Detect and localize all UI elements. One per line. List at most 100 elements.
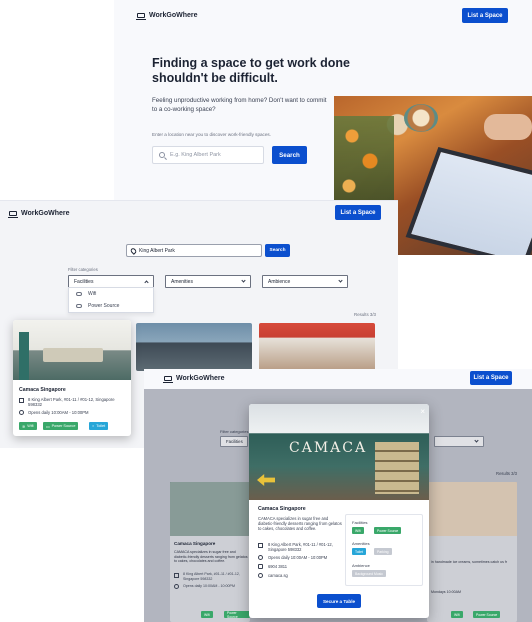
amenities-dropdown[interactable]: Amenities — [165, 275, 251, 288]
card-hours: Mondays 10:00AM — [431, 590, 461, 594]
close-icon[interactable]: × — [420, 407, 425, 416]
facilities-menu: Wifi Power Source — [68, 287, 154, 313]
search-button[interactable]: Search — [265, 244, 290, 257]
clock-icon — [258, 555, 263, 560]
tag-label: Power Source — [51, 424, 76, 428]
card-title: Camaca Singapore — [19, 387, 66, 393]
tag-background-music: Background Music — [352, 570, 386, 577]
filter-label: Filter categories — [220, 429, 249, 434]
menu-item-wifi[interactable]: Wifi — [69, 288, 153, 300]
map-icon — [258, 543, 263, 548]
hours-text: Opens daily 10:00AM - 10:00PM — [28, 410, 89, 415]
toilet-icon: ○ — [92, 424, 95, 428]
search-value: King Albert Park — [139, 247, 175, 254]
modal-website[interactable]: camaca.sg — [258, 573, 288, 578]
address-text: 8 King Albert Park, #01-11 / #01-12, Sin… — [183, 572, 240, 582]
hero-title: Finding a space to get work done shouldn… — [152, 56, 350, 85]
tag-power-source: Power Source — [473, 611, 501, 618]
hand — [484, 114, 532, 140]
brand-name: WorkGoWhere — [149, 12, 198, 19]
search-button[interactable]: Search — [272, 146, 307, 164]
phone-text: 6904 3811 — [268, 564, 288, 569]
brand-name: WorkGoWhere — [176, 375, 225, 382]
space-detail-modal: CAMACA × Camaca Singapore CAMACA special… — [249, 404, 429, 618]
dropdown-label: Facilities — [74, 278, 94, 285]
tag-parking: Parking — [374, 548, 392, 555]
result-card-image[interactable] — [136, 323, 252, 371]
shelf — [375, 442, 419, 494]
list-space-button[interactable]: List a Space — [335, 205, 381, 220]
modal-title: Camaca Singapore — [258, 506, 306, 512]
hero-subtitle: Feeling unproductive working from home? … — [152, 97, 327, 113]
hours-text: Opens daily 10:00AM - 10:00PM — [183, 584, 235, 588]
map-icon — [174, 573, 179, 578]
search-placeholder: E.g. King Albert Park — [170, 152, 221, 158]
chevron-down-icon — [338, 278, 343, 283]
chevron-down-icon — [241, 278, 246, 283]
menu-item-power-source[interactable]: Power Source — [69, 300, 153, 312]
clock-icon — [174, 584, 179, 589]
tag-toilet: ○ Toilet — [89, 422, 109, 430]
card-description: CAMACA specializes in sugar free and dia… — [174, 550, 248, 563]
card-address: 8 King Albert Park, #01-11 / #01-12, Sin… — [19, 397, 119, 407]
tag-power-source: Power Source — [224, 611, 250, 619]
phone-icon — [258, 564, 263, 569]
result-card-image[interactable] — [259, 323, 375, 371]
result-card[interactable]: in handmade ice creams, sometimes catch … — [427, 482, 517, 622]
brand-logo[interactable]: WorkGoWhere — [136, 12, 198, 20]
result-card-highlighted[interactable]: Camaca Singapore 8 King Albert Park, #01… — [13, 320, 131, 436]
wifi-icon — [76, 292, 82, 296]
power-source-icon — [76, 304, 82, 308]
ambience-dropdown[interactable]: Ambience — [262, 275, 348, 288]
laptop-icon — [163, 376, 173, 383]
location-search-input[interactable]: King Albert Park — [126, 244, 262, 257]
address-text: 8 King Albert Park, #01-11 / #01-12, Sin… — [28, 397, 115, 408]
brand-logo[interactable]: WorkGoWhere — [8, 210, 70, 218]
card-hours: Opens daily 10:00AM - 10:00PM — [174, 584, 235, 589]
modal-phone[interactable]: 6904 3811 — [258, 564, 287, 569]
result-card[interactable]: Camaca Singapore CAMACA specializes in s… — [170, 482, 250, 622]
facilities-dropdown[interactable]: Facilities — [220, 436, 248, 447]
list-space-button[interactable]: List a Space — [470, 371, 512, 385]
chevron-up-icon — [144, 280, 149, 285]
modal-address: 8 King Albert Park, #01-11 / #01-12, Sin… — [258, 542, 342, 552]
space-photo: CAMACA × — [249, 404, 429, 500]
brand-logo[interactable]: WorkGoWhere — [163, 375, 225, 383]
secure-table-button[interactable]: Secure a Table — [317, 594, 361, 608]
amenities-label: Amenities — [352, 541, 370, 546]
brand-name: WorkGoWhere — [21, 210, 70, 217]
location-pin-icon — [129, 246, 138, 255]
card-title: Camaca Singapore — [174, 541, 216, 546]
location-search-input[interactable]: E.g. King Albert Park — [152, 146, 264, 164]
globe-icon — [258, 573, 263, 578]
tag-wifi: ≋ Wifi — [19, 422, 37, 430]
dropdown-label: Facilities — [226, 439, 243, 444]
hours-text: Opens daily 10:00AM - 10:00PM — [268, 555, 328, 560]
website-link: camaca.sg — [268, 573, 288, 578]
facilities-label: Facilities — [352, 520, 368, 525]
coffee-cup — [404, 104, 438, 132]
chevron-down-icon — [474, 438, 479, 443]
search-hint: Enter a location near you to discover wo… — [152, 132, 271, 137]
attributes-panel: Facilities Wifi Power Source Amenities T… — [345, 514, 423, 586]
tag-wifi: Wifi — [201, 611, 213, 618]
tag-power-source: Power Source — [374, 527, 402, 534]
card-hours: Opens daily 10:00AM - 10:00PM — [19, 410, 89, 415]
arrow-sign-icon — [257, 474, 275, 486]
result-card-image — [170, 482, 250, 536]
menu-item-label: Power Source — [88, 303, 120, 309]
card-description: in handmade ice creams, sometimes catch … — [431, 560, 508, 564]
list-space-button[interactable]: List a Space — [462, 8, 508, 23]
wifi-icon: ≋ — [22, 424, 26, 429]
map-icon — [19, 398, 24, 403]
ambience-dropdown[interactable] — [434, 436, 484, 447]
dropdown-label: Amenities — [171, 278, 193, 285]
tag-wifi: Wifi — [352, 527, 364, 534]
tag-wifi: Wifi — [451, 611, 463, 618]
filter-label: Filter categories — [68, 267, 98, 272]
result-card-image — [427, 482, 517, 536]
laptop-screen — [405, 147, 532, 255]
power-source-icon: ▭ — [46, 424, 50, 429]
results-count: Results 3/3 — [496, 471, 517, 476]
shop-sign: CAMACA — [289, 440, 368, 456]
